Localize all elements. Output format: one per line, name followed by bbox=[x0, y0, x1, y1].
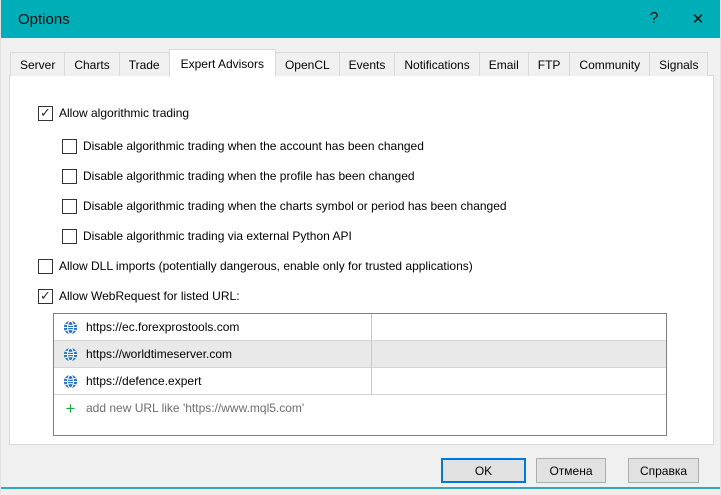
titlebar-controls: ? ✕ bbox=[632, 0, 720, 38]
option-disable-via-python-api[interactable]: ✓ Disable algorithmic trading via extern… bbox=[62, 228, 713, 244]
tab-events[interactable]: Events bbox=[339, 52, 396, 76]
option-disable-on-account-change[interactable]: ✓ Disable algorithmic trading when the a… bbox=[62, 138, 713, 154]
option-label: Disable algorithmic trading when the pro… bbox=[83, 169, 415, 183]
checkbox-disable-on-chart-change[interactable]: ✓ bbox=[62, 199, 77, 214]
checkbox-allow-webrequest[interactable]: ✓ bbox=[38, 289, 53, 304]
window-title: Options bbox=[1, 11, 70, 28]
url-text: https://defence.expert bbox=[86, 374, 201, 388]
tab-opencl[interactable]: OpenCL bbox=[275, 52, 340, 76]
titlebar: Options ? ✕ bbox=[1, 0, 720, 38]
globe-icon bbox=[63, 320, 78, 335]
url-row[interactable]: https://ec.forexprostools.com bbox=[54, 314, 666, 341]
tab-ftp[interactable]: FTP bbox=[528, 52, 571, 76]
checkbox-allow-dll-imports[interactable]: ✓ bbox=[38, 259, 53, 274]
url-text: https://ec.forexprostools.com bbox=[86, 320, 239, 334]
globe-icon bbox=[63, 347, 78, 362]
cancel-button[interactable]: Отмена bbox=[536, 458, 606, 483]
option-allow-algo-trading[interactable]: ✓ Allow algorithmic trading bbox=[38, 105, 713, 121]
option-label: Allow algorithmic trading bbox=[59, 106, 189, 120]
tab-server[interactable]: Server bbox=[10, 52, 65, 76]
tab-notifications[interactable]: Notifications bbox=[394, 52, 479, 76]
checkbox-allow-algo-trading[interactable]: ✓ bbox=[38, 106, 53, 121]
option-label: Disable algorithmic trading when the cha… bbox=[83, 199, 507, 213]
globe-icon bbox=[63, 374, 78, 389]
url-text: https://worldtimeserver.com bbox=[86, 347, 232, 361]
option-label: Allow DLL imports (potentially dangerous… bbox=[59, 259, 473, 273]
tab-email[interactable]: Email bbox=[479, 52, 529, 76]
checkbox-disable-on-profile-change[interactable]: ✓ bbox=[62, 169, 77, 184]
tab-signals[interactable]: Signals bbox=[649, 52, 708, 76]
help-icon[interactable]: ? bbox=[632, 0, 676, 38]
webrequest-url-list: https://ec.forexprostools.com https://wo… bbox=[53, 313, 667, 436]
url-cell: https://worldtimeserver.com bbox=[54, 341, 372, 367]
help-button[interactable]: Справка bbox=[628, 458, 699, 483]
tab-community[interactable]: Community bbox=[569, 52, 650, 76]
url-cell: https://defence.expert bbox=[54, 368, 372, 394]
checkmark-icon: ✓ bbox=[40, 289, 51, 302]
option-allow-dll-imports[interactable]: ✓ Allow DLL imports (potentially dangero… bbox=[38, 258, 713, 274]
option-label: Disable algorithmic trading via external… bbox=[83, 229, 352, 243]
option-label: Disable algorithmic trading when the acc… bbox=[83, 139, 424, 153]
options-dialog: Options ? ✕ Server Charts Trade Expert A… bbox=[0, 0, 721, 495]
window-edge bbox=[1, 489, 720, 495]
close-icon[interactable]: ✕ bbox=[676, 0, 720, 38]
ok-button[interactable]: OK bbox=[441, 458, 526, 483]
option-disable-on-profile-change[interactable]: ✓ Disable algorithmic trading when the p… bbox=[62, 168, 713, 184]
add-url-hint: add new URL like 'https://www.mql5.com' bbox=[86, 401, 304, 415]
tab-expert-advisors[interactable]: Expert Advisors bbox=[169, 49, 276, 77]
checkbox-disable-via-python-api[interactable]: ✓ bbox=[62, 229, 77, 244]
url-row[interactable]: https://worldtimeserver.com bbox=[54, 341, 666, 368]
option-disable-on-chart-change[interactable]: ✓ Disable algorithmic trading when the c… bbox=[62, 198, 713, 214]
expert-advisors-page: ✓ Allow algorithmic trading ✓ Disable al… bbox=[9, 75, 714, 445]
checkmark-icon: ✓ bbox=[40, 106, 51, 119]
url-cell: https://ec.forexprostools.com bbox=[54, 314, 372, 340]
checkbox-disable-on-account-change[interactable]: ✓ bbox=[62, 139, 77, 154]
add-url-row[interactable]: + add new URL like 'https://www.mql5.com… bbox=[54, 395, 666, 421]
tab-trade[interactable]: Trade bbox=[119, 52, 170, 76]
tab-strip: Server Charts Trade Expert Advisors Open… bbox=[10, 48, 720, 76]
url-row[interactable]: https://defence.expert bbox=[54, 368, 666, 395]
option-label: Allow WebRequest for listed URL: bbox=[59, 289, 240, 303]
plus-icon: + bbox=[63, 401, 78, 416]
option-allow-webrequest[interactable]: ✓ Allow WebRequest for listed URL: bbox=[38, 288, 713, 304]
tab-charts[interactable]: Charts bbox=[64, 52, 119, 76]
